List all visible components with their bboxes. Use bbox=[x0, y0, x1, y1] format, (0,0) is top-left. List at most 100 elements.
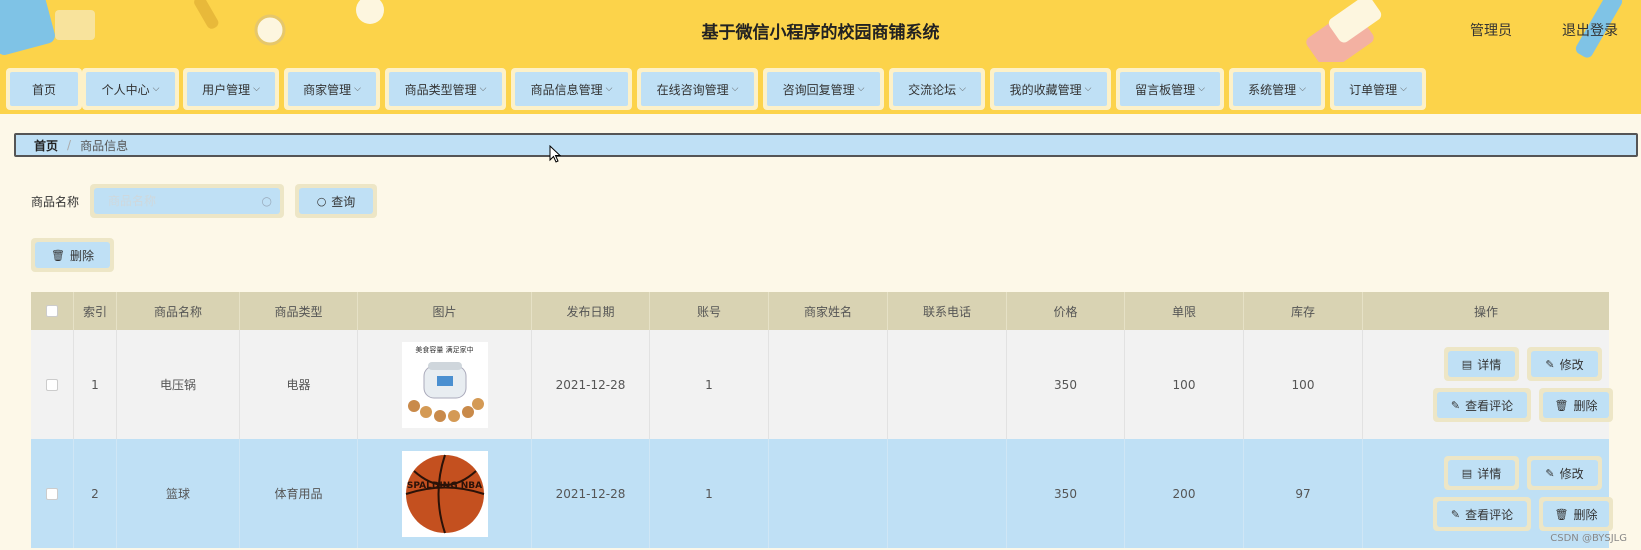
cell-image: SPALDING NBA bbox=[358, 439, 532, 548]
cell-date: 2021-12-28 bbox=[532, 439, 650, 548]
search-icon: ○ bbox=[316, 194, 327, 208]
nav-item-user-management[interactable]: 用户管理 ⌵ bbox=[183, 68, 279, 110]
nav-item-merchant-management[interactable]: 商家管理 ⌵ bbox=[284, 68, 380, 110]
table-row[interactable]: 2 篮球 体育用品 SPALDING NBA 2021-12-28 1 350 … bbox=[31, 439, 1613, 548]
column-header: 发布日期 bbox=[532, 292, 650, 330]
view-comments-button[interactable]: ✎ 查看评论 bbox=[1437, 392, 1527, 418]
nav-item-system-management[interactable]: 系统管理 ⌵ bbox=[1229, 68, 1325, 110]
nav-item-label: 首页 bbox=[31, 82, 56, 97]
pencil-icon: ✎ bbox=[1450, 507, 1461, 521]
nav-item-favorites-management[interactable]: 我的收藏管理 ⌵ bbox=[990, 68, 1111, 110]
cell-limit: 200 bbox=[1125, 439, 1244, 548]
edit-button[interactable]: ✎ 修改 bbox=[1531, 460, 1598, 486]
nav-item-label: 我的收藏管理 bbox=[1009, 82, 1082, 97]
delete-button-wrapper: 🗑 删除 bbox=[1539, 388, 1613, 422]
batch-delete-label: 删除 bbox=[69, 248, 94, 263]
search-icon: ○ bbox=[261, 194, 272, 208]
query-button-wrapper: ○ 查询 bbox=[295, 184, 377, 218]
trash-icon: 🗑 bbox=[51, 248, 65, 262]
trash-icon: 🗑 bbox=[1554, 507, 1569, 521]
cell-index: 1 bbox=[74, 330, 117, 439]
nav-item-forum[interactable]: 交流论坛 ⌵ bbox=[889, 68, 985, 110]
row-select-cell[interactable] bbox=[31, 330, 74, 439]
chevron-down-icon: ⌵ bbox=[152, 84, 160, 94]
nav-item-label: 商家管理 bbox=[303, 82, 352, 97]
comments-label: 查看评论 bbox=[1465, 398, 1514, 413]
nav-item-label: 交流论坛 bbox=[908, 82, 957, 97]
breadcrumb-current: 商品信息 bbox=[80, 138, 129, 153]
document-icon: ▤ bbox=[1461, 357, 1473, 371]
cell-name: 电压锅 bbox=[117, 330, 240, 439]
column-header: 操作 bbox=[1473, 304, 1498, 319]
view-comments-button[interactable]: ✎ 查看评论 bbox=[1437, 501, 1527, 527]
row-select-cell[interactable] bbox=[31, 439, 74, 548]
chevron-down-icon: ⌵ bbox=[253, 84, 260, 94]
product-table: 索引 商品名称 商品类型 图片 发布日期 账号 商家姓名 联系电话 价格 单限 … bbox=[31, 292, 1613, 548]
cell-image: 美食容量 满足家中 bbox=[358, 330, 532, 439]
chevron-down-icon: ⌵ bbox=[1198, 84, 1205, 94]
pencil-icon: ✎ bbox=[1545, 357, 1555, 371]
nav-item-label: 在线咨询管理 bbox=[656, 82, 729, 97]
row-checkbox[interactable] bbox=[46, 487, 58, 500]
nav-item-message-board-management[interactable]: 留言板管理 ⌵ bbox=[1116, 68, 1224, 110]
detail-label: 详情 bbox=[1477, 357, 1502, 372]
chevron-down-icon: ⌵ bbox=[1400, 84, 1407, 94]
logout-link[interactable]: 退出登录 bbox=[1562, 20, 1618, 40]
nav-item-home[interactable]: 首页 bbox=[6, 68, 82, 110]
search-field-wrapper: ○ bbox=[90, 184, 284, 218]
cell-price: 350 bbox=[1007, 330, 1125, 439]
document-icon: ▤ bbox=[1461, 466, 1473, 480]
column-header: 商品类型 bbox=[240, 292, 358, 330]
cell-account: 1 bbox=[650, 439, 769, 548]
edit-button[interactable]: ✎ 修改 bbox=[1531, 351, 1598, 377]
chevron-down-icon: ⌵ bbox=[1084, 84, 1092, 94]
chevron-down-icon: ⌵ bbox=[857, 84, 865, 94]
nav-item-product-type-management[interactable]: 商品类型管理 ⌵ bbox=[385, 68, 506, 110]
chevron-down-icon: ⌵ bbox=[479, 84, 487, 94]
header: 基于微信小程序的校园商铺系统 管理员 退出登录 bbox=[0, 0, 1641, 62]
comments-button-wrapper: ✎ 查看评论 bbox=[1433, 388, 1531, 422]
admin-label[interactable]: 管理员 bbox=[1470, 20, 1512, 40]
column-header: 商品名称 bbox=[117, 292, 240, 330]
header-select-all[interactable] bbox=[31, 292, 74, 330]
detail-button[interactable]: ▤ 详情 bbox=[1448, 351, 1515, 377]
mouse-cursor-icon bbox=[549, 145, 561, 163]
top-nav: 首页 个人中心 ⌵ 用户管理 ⌵ 商家管理 ⌵ 商品类型管理 ⌵ 商品信息管理 ⌵ 在线咨… bbox=[0, 62, 1641, 114]
rice-cooker-image[interactable]: 美食容量 满足家中 bbox=[401, 341, 488, 428]
nav-item-product-info-management[interactable]: 商品信息管理 ⌵ bbox=[511, 68, 632, 110]
pencil-icon: ✎ bbox=[1545, 466, 1555, 480]
cell-date: 2021-12-28 bbox=[532, 330, 650, 439]
detail-label: 详情 bbox=[1477, 466, 1502, 481]
delete-button-wrapper: 🗑 删除 bbox=[1539, 497, 1613, 531]
delete-button[interactable]: 🗑 删除 bbox=[1543, 501, 1609, 527]
column-header: 图片 bbox=[358, 292, 532, 330]
detail-button[interactable]: ▤ 详情 bbox=[1448, 460, 1515, 486]
nav-item-order-management[interactable]: 订单管理 ⌵ bbox=[1330, 68, 1426, 110]
row-checkbox[interactable] bbox=[46, 378, 58, 391]
batch-delete-button[interactable]: 🗑 删除 bbox=[35, 242, 110, 268]
cell-merchant bbox=[769, 439, 888, 548]
nav-item-personal-center[interactable]: 个人中心 ⌵ bbox=[82, 68, 179, 110]
table-row[interactable]: 1 电压锅 电器 美食容量 满足家中 2021-12-28 1 350 100 … bbox=[31, 330, 1613, 439]
batch-delete-button-wrapper: 🗑 删除 bbox=[31, 238, 114, 272]
page-title: 基于微信小程序的校园商铺系统 bbox=[701, 23, 940, 43]
cell-phone bbox=[888, 439, 1007, 548]
search-input[interactable] bbox=[94, 188, 280, 214]
delete-label: 删除 bbox=[1573, 398, 1598, 413]
chevron-down-icon: ⌵ bbox=[731, 84, 739, 94]
chevron-down-icon: ⌵ bbox=[1299, 84, 1306, 94]
search-label: 商品名称 bbox=[31, 195, 80, 209]
cell-stock: 100 bbox=[1244, 330, 1363, 439]
basketball-image[interactable]: SPALDING NBA bbox=[401, 450, 488, 537]
column-header: 单限 bbox=[1125, 292, 1244, 330]
select-all-checkbox[interactable] bbox=[46, 305, 58, 317]
cell-type: 电器 bbox=[240, 330, 358, 439]
watermark: CSDN @BYSJLG bbox=[1550, 533, 1627, 544]
breadcrumb-home[interactable]: 首页 bbox=[34, 137, 58, 154]
comments-label: 查看评论 bbox=[1465, 507, 1514, 522]
image-caption: SPALDING NBA bbox=[406, 480, 483, 491]
nav-item-consult-reply-management[interactable]: 咨询回复管理 ⌵ bbox=[763, 68, 884, 110]
delete-button[interactable]: 🗑 删除 bbox=[1543, 392, 1609, 418]
query-button[interactable]: ○ 查询 bbox=[299, 188, 373, 214]
nav-item-online-consult-management[interactable]: 在线咨询管理 ⌵ bbox=[637, 68, 758, 110]
